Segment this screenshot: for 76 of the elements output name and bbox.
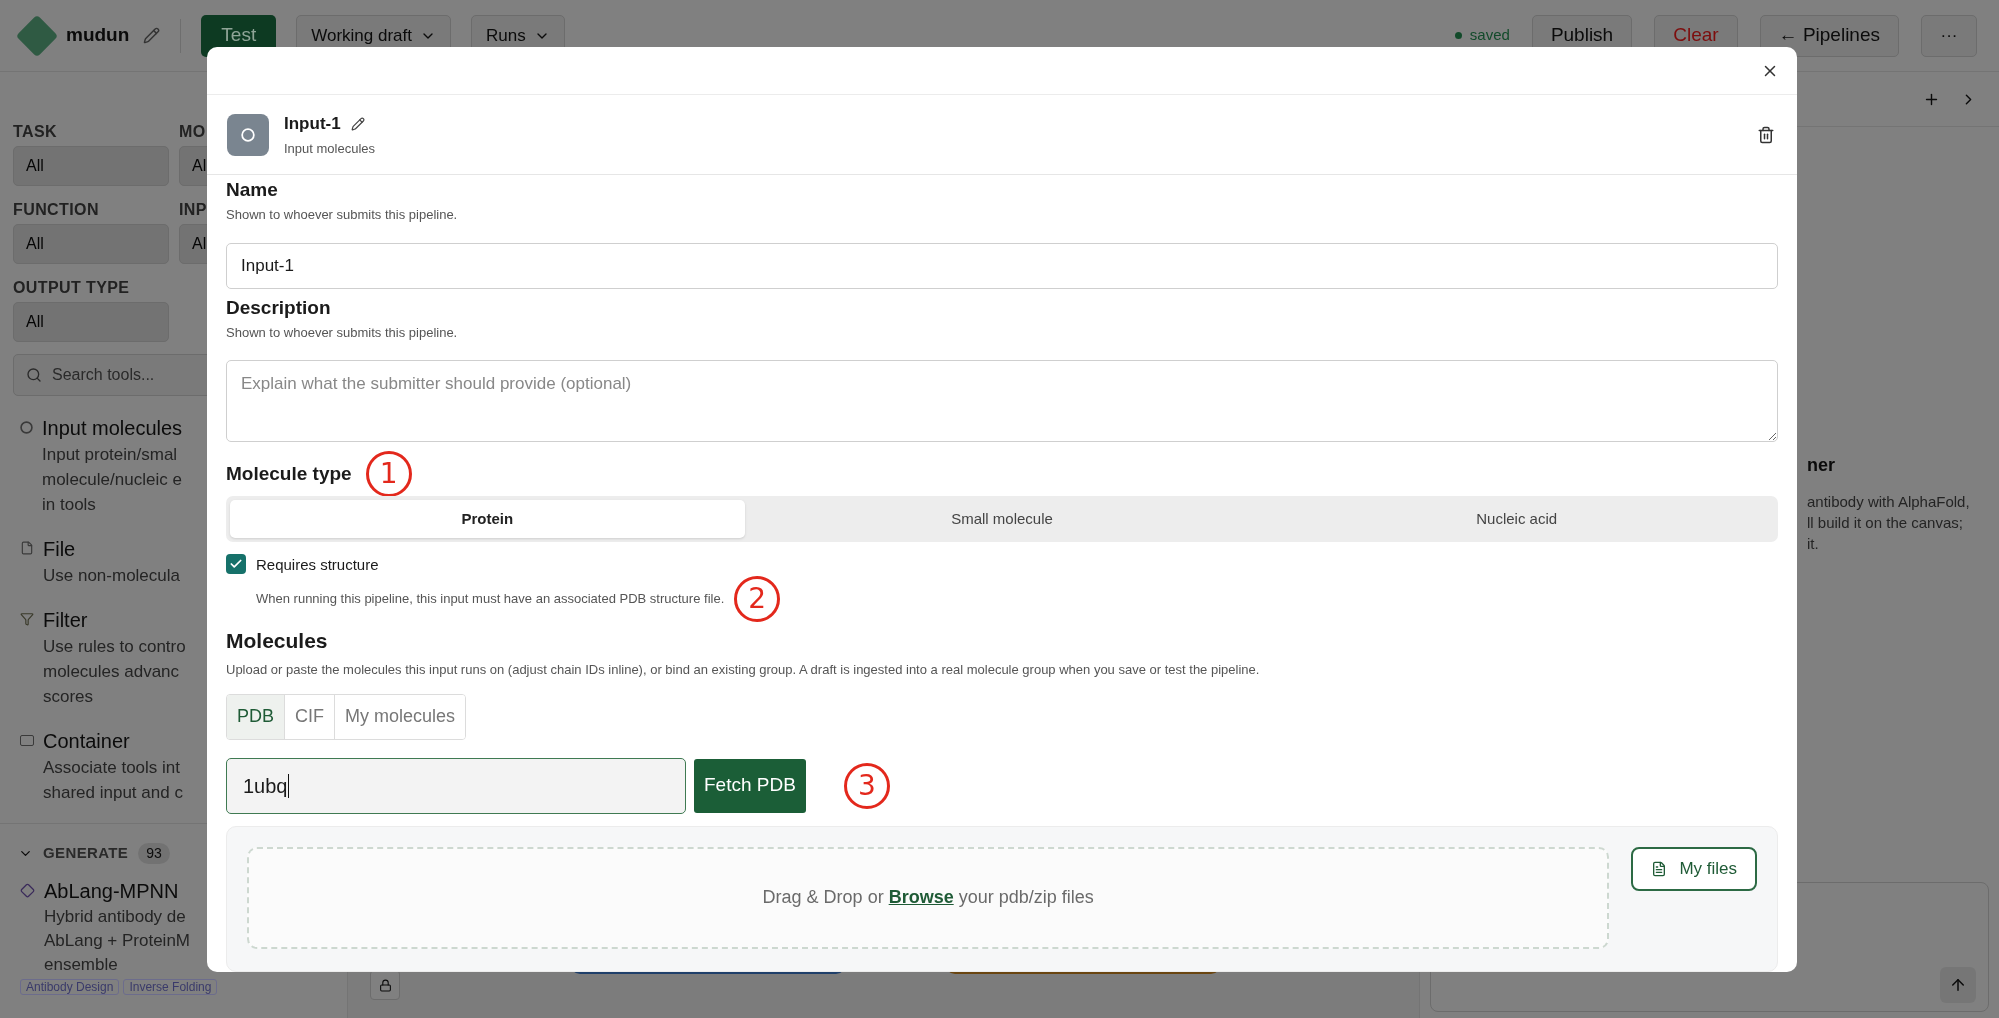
edit-icon[interactable]: [350, 116, 365, 131]
node-icon: [227, 113, 269, 156]
tag: Inverse Folding: [123, 978, 218, 995]
diamond-icon: [20, 882, 35, 898]
node-subtitle: Input molecules: [284, 139, 376, 158]
my-files-button[interactable]: My files: [1631, 846, 1757, 891]
node-title: Input-1: [284, 113, 341, 135]
filter-label: FUNCTION: [13, 200, 99, 220]
tool-description: molecules advanc: [43, 661, 181, 683]
container-icon: [20, 735, 34, 746]
field-label: Molecule type: [226, 461, 352, 486]
name-field[interactable]: Input-1: [226, 242, 1778, 289]
segment-tab[interactable]: Small molecule: [744, 500, 1260, 538]
drop-instructions: Drag & Drop or Browse your pdb/zip files: [762, 886, 1094, 909]
tool-title[interactable]: Container: [43, 727, 183, 755]
section-label: GENERATE: [43, 843, 129, 863]
tag: Antibody Design: [20, 978, 120, 995]
panel-description: antibody with AlphaFold,: [1807, 492, 1971, 512]
checkbox-hint: When running this pipeline, this input must have an associated PDB structure file.: [256, 590, 725, 609]
checkbox[interactable]: [226, 554, 246, 574]
pdb-id-field[interactable]: 1ubq: [226, 757, 686, 814]
more-button[interactable]: ···: [1921, 14, 1977, 57]
tool-description: Use non-molecula: [43, 565, 180, 587]
fetch-pdb-button[interactable]: Fetch PDB: [694, 758, 806, 813]
funnel-icon: [20, 612, 34, 626]
lock-icon: [378, 978, 392, 992]
count-badge: 93: [138, 842, 170, 864]
tool-description: ensemble: [44, 953, 119, 976]
tool-description: scores: [43, 686, 95, 708]
panel-description: ll build it on the canvas;: [1807, 513, 1964, 533]
tool-description: Input protein/smal: [42, 444, 179, 466]
annotation-marker: 2: [734, 576, 781, 622]
tool-title[interactable]: File: [43, 535, 180, 563]
file-icon: [20, 541, 34, 555]
document-icon: [1651, 860, 1668, 877]
delete-icon[interactable]: [1757, 125, 1775, 144]
segment-tab[interactable]: Protein: [230, 500, 745, 538]
filter-label: INP: [179, 200, 207, 220]
tool-description: Hybrid antibody de: [44, 905, 187, 928]
tool-description: AbLang + ProteinM: [44, 929, 191, 952]
panel-title: ner: [1807, 454, 1836, 477]
description-field[interactable]: Explain what the submitter should provide (optional): [226, 360, 1778, 442]
filter-label: TASK: [13, 122, 57, 142]
tool-description: molecule/nucleic e: [42, 469, 183, 491]
radio-icon: [20, 421, 33, 434]
project-name: mudun: [66, 23, 130, 48]
source-tab[interactable]: PDB: [227, 694, 285, 739]
filter-select[interactable]: All: [13, 146, 169, 186]
filter-select[interactable]: All: [13, 302, 169, 342]
field-hint: Shown to whoever submits this pipeline.: [226, 323, 459, 342]
pipelines-button[interactable]: ← Pipelines: [1759, 14, 1899, 57]
field-label: Molecules: [226, 628, 329, 654]
tool-title[interactable]: Filter: [43, 606, 186, 634]
segment-tab[interactable]: Nucleic acid: [1259, 500, 1774, 538]
filter-label: MO: [179, 122, 206, 142]
tool-description: in tools: [42, 494, 97, 516]
filter-select[interactable]: All: [13, 224, 169, 264]
check-icon: [229, 557, 243, 571]
tool-description: shared input and c: [43, 782, 183, 804]
checkbox-label: Requires structure: [256, 555, 380, 575]
field-hint: Upload or paste the molecules this input runs on (adjust chain IDs inline), or bind an existing group. A draft is ingested into a real molecule group when you save or test the pipeline.: [226, 661, 1261, 679]
save-status: saved: [1469, 25, 1510, 46]
field-label: Description: [226, 295, 332, 320]
field-hint: Shown to whoever submits this pipeline.: [226, 206, 459, 224]
search-icon: [26, 367, 42, 383]
lock-button[interactable]: [370, 970, 400, 1000]
browse-link[interactable]: Browse: [888, 887, 954, 907]
send-button[interactable]: [1940, 967, 1976, 1003]
field-label: Name: [226, 178, 279, 202]
tool-description: Associate tools int: [43, 757, 181, 779]
panel-description: it.: [1807, 534, 1820, 554]
tool-description: Use rules to contro: [43, 636, 186, 658]
tool-title[interactable]: Input molecules: [42, 414, 183, 442]
drop-zone[interactable]: Drag & Drop or Browse your pdb/zip files: [247, 846, 1610, 949]
annotation-marker: 3: [843, 762, 890, 809]
filter-label: OUTPUT TYPE: [13, 278, 130, 298]
